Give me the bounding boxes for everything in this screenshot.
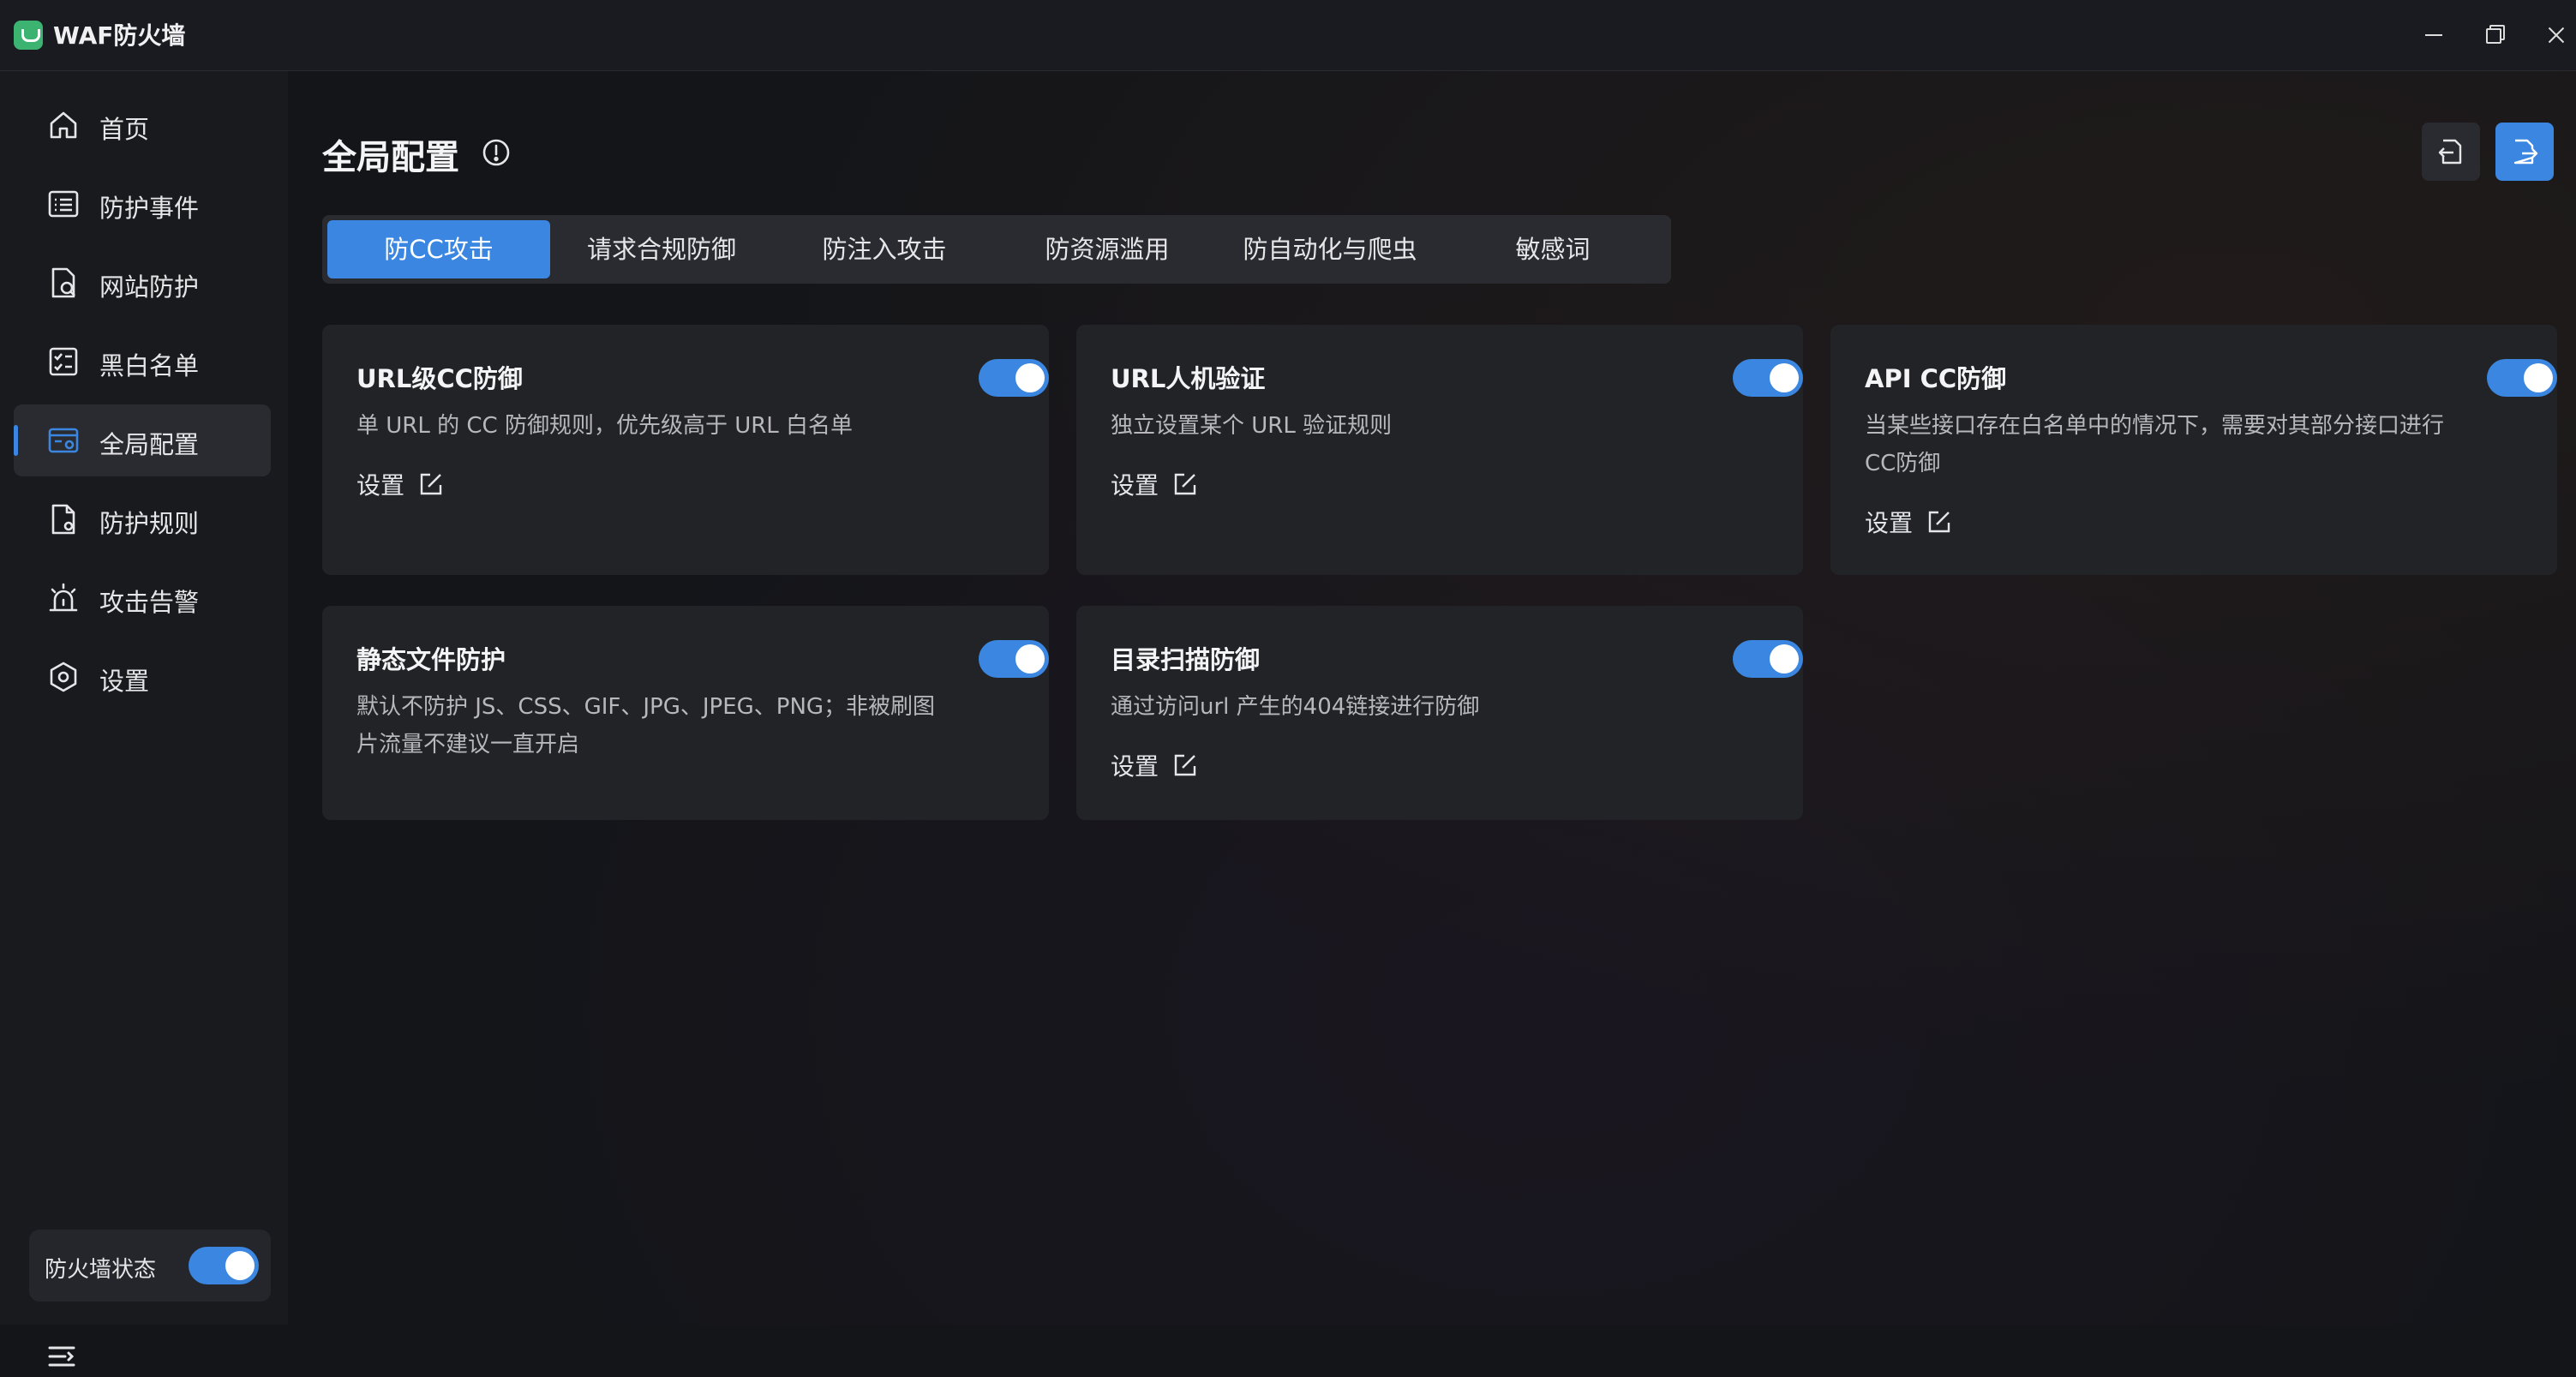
sidebar-item-blackwhite-list[interactable]: 黑白名单 (14, 326, 271, 398)
sidebar-item-site-protection[interactable]: 网站防护 (14, 247, 271, 319)
sidebar-item-label: 首页 (99, 115, 150, 144)
card-description: 独立设置某个 URL 验证规则 (1111, 413, 1393, 439)
import-button[interactable] (2422, 123, 2480, 181)
setting-label: 设置 (1111, 752, 1159, 781)
sidebar-item-global-config[interactable]: 全局配置 (14, 404, 271, 476)
checklist-icon (46, 344, 81, 379)
card-title: URL人机验证 (1111, 364, 1266, 393)
close-button[interactable] (2537, 15, 2576, 55)
edit-icon (1174, 473, 1196, 495)
card-url-captcha: URL人机验证 独立设置某个 URL 验证规则 设置 (1076, 325, 1803, 575)
sidebar-item-events[interactable]: 防护事件 (14, 168, 271, 240)
card-toggle[interactable] (979, 359, 1049, 397)
import-icon (2438, 139, 2462, 165)
rule-file-icon (46, 502, 81, 536)
card-setting-link[interactable]: 设置 (356, 467, 444, 501)
card-description: 当某些接口存在白名单中的情况下，需要对其部分接口进行CC防御 (1865, 413, 2445, 476)
sidebar: 首页 防护事件 网站防护 黑白名单 全局配置 防护规则 攻击告警 设置 防火墙状… (0, 71, 288, 1367)
list-icon (46, 187, 81, 221)
setting-label: 设置 (1865, 509, 1914, 537)
app-logo-icon (14, 21, 43, 50)
menu-collapse-icon[interactable] (45, 1339, 79, 1374)
shield-file-icon (46, 266, 81, 300)
card-title: API CC防御 (1865, 364, 2007, 393)
setting-label: 设置 (356, 471, 405, 500)
tab-anti-injection[interactable]: 防注入攻击 (773, 220, 996, 278)
setting-label: 设置 (1111, 471, 1159, 500)
edit-icon (1928, 511, 1950, 533)
card-api-cc-defense: API CC防御 当某些接口存在白名单中的情况下，需要对其部分接口进行CC防御 … (1830, 325, 2557, 575)
card-toggle[interactable] (1733, 640, 1803, 678)
export-icon (2513, 139, 2538, 165)
sidebar-item-home[interactable]: 首页 (14, 89, 271, 161)
home-icon (46, 108, 81, 142)
app-title: WAF防火墙 (53, 21, 186, 50)
firewall-status-panel: 防火墙状态 (29, 1230, 271, 1302)
card-toggle[interactable] (1733, 359, 1803, 397)
card-description: 通过访问url 产生的404链接进行防御 (1111, 694, 1480, 720)
card-setting-link[interactable]: 设置 (1865, 505, 1952, 539)
card-toggle[interactable] (2487, 359, 2557, 397)
main-content: 全局配置 防CC攻击 请求合规防御 防注入攻击 防资源滥用 防自动化与爬虫 敏感… (288, 71, 2576, 1325)
sidebar-item-label: 全局配置 (99, 430, 200, 459)
card-title: 静态文件防护 (356, 645, 506, 674)
firewall-status-toggle[interactable] (189, 1247, 259, 1284)
firewall-status-label: 防火墙状态 (45, 1257, 157, 1283)
card-title: 目录扫描防御 (1111, 645, 1261, 674)
edit-icon (420, 473, 442, 495)
sidebar-item-label: 攻击告警 (99, 588, 200, 617)
sidebar-item-settings[interactable]: 设置 (14, 641, 271, 713)
export-button[interactable] (2495, 123, 2554, 181)
card-directory-scan-defense: 目录扫描防御 通过访问url 产生的404链接进行防御 设置 (1076, 606, 1803, 820)
sidebar-item-label: 黑白名单 (99, 351, 200, 380)
sidebar-item-protection-rules[interactable]: 防护规则 (14, 483, 271, 555)
info-icon[interactable] (482, 138, 511, 167)
gear-icon (46, 660, 81, 694)
tab-sensitive-words[interactable]: 敏感词 (1441, 220, 1664, 278)
sidebar-item-label: 防护规则 (99, 509, 200, 538)
minimize-button[interactable] (2415, 15, 2454, 55)
tab-anti-bot[interactable]: 防自动化与爬虫 (1219, 220, 1441, 278)
edit-icon (1174, 754, 1196, 776)
tab-request-compliance[interactable]: 请求合规防御 (550, 220, 773, 278)
card-setting-link[interactable]: 设置 (1111, 467, 1198, 501)
title-bar: WAF防火墙 (0, 0, 2576, 71)
config-tabs: 防CC攻击 请求合规防御 防注入攻击 防资源滥用 防自动化与爬虫 敏感词 (322, 215, 1671, 284)
card-url-cc-defense: URL级CC防御 单 URL 的 CC 防御规则，优先级高于 URL 白名单 设… (322, 325, 1049, 575)
card-description: 单 URL 的 CC 防御规则，优先级高于 URL 白名单 (356, 413, 854, 439)
card-title: URL级CC防御 (356, 364, 523, 393)
tab-anti-cc[interactable]: 防CC攻击 (327, 220, 550, 278)
restore-button[interactable] (2477, 15, 2516, 55)
card-static-file-protection: 静态文件防护 默认不防护 JS、CSS、GIF、JPG、JPEG、PNG；非被刷… (322, 606, 1049, 820)
global-config-icon (46, 423, 81, 458)
sidebar-item-label: 防护事件 (99, 194, 200, 223)
card-toggle[interactable] (979, 640, 1049, 678)
card-setting-link[interactable]: 设置 (1111, 748, 1198, 782)
sidebar-item-label: 设置 (99, 667, 150, 696)
sidebar-item-attack-alerts[interactable]: 攻击告警 (14, 562, 271, 634)
page-title: 全局配置 (322, 138, 459, 177)
tab-resource-abuse[interactable]: 防资源滥用 (996, 220, 1219, 278)
sidebar-item-label: 网站防护 (99, 272, 200, 302)
alarm-icon (46, 581, 81, 615)
card-description: 默认不防护 JS、CSS、GIF、JPG、JPEG、PNG；非被刷图片流量不建议… (356, 694, 936, 757)
